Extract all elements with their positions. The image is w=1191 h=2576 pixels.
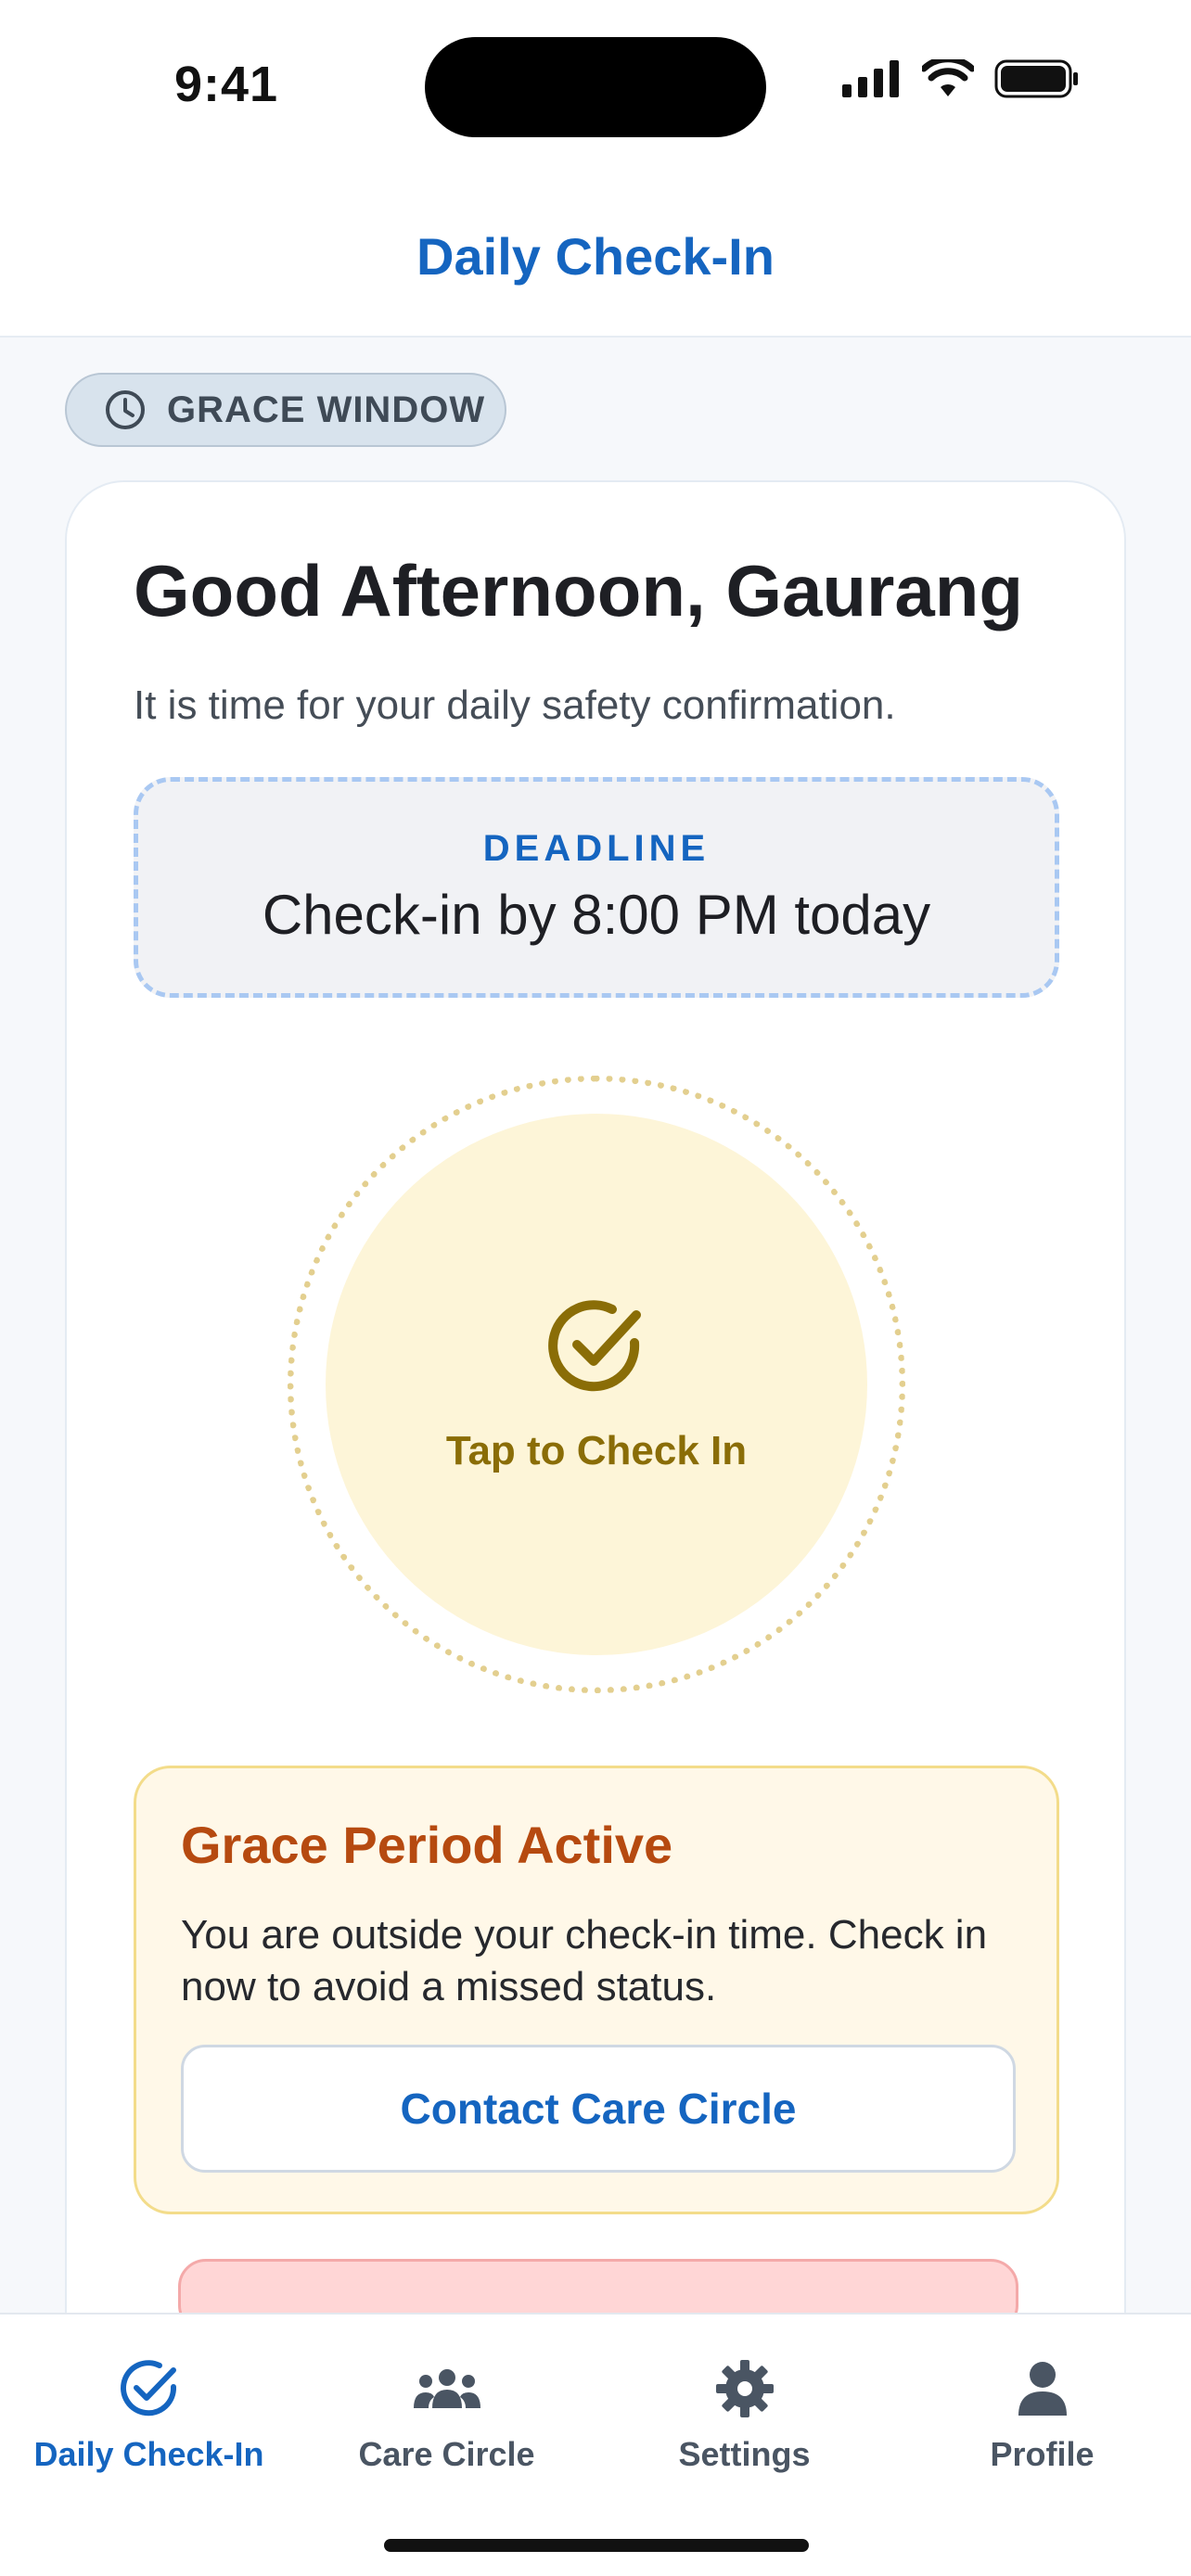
tab-care-circle[interactable]: Care Circle [298, 2355, 596, 2474]
status-icons [842, 59, 1080, 98]
tab-label: Care Circle [358, 2435, 535, 2473]
tab-label: Settings [678, 2435, 811, 2473]
greeting: Good Afternoon, Gaurang [134, 550, 1024, 631]
greeting-subtitle: It is time for your daily safety confirm… [134, 682, 896, 728]
checkin-card: Good Afternoon, Gaurang It is time for y… [65, 480, 1126, 2391]
person-icon [1017, 2355, 1069, 2422]
grace-window-label: GRACE WINDOW [167, 389, 486, 430]
checkin-ring: Tap to Check In [288, 1076, 905, 1693]
deadline-label: DEADLINE [482, 828, 711, 869]
dynamic-island [425, 37, 766, 137]
status-bar: 9:41 [0, 0, 1191, 176]
tab-bar: Daily Check-In Care Circle Settings Prof… [0, 2313, 1191, 2576]
checkin-button[interactable]: Tap to Check In [326, 1114, 867, 1655]
people-icon [412, 2355, 482, 2422]
gear-icon [714, 2355, 775, 2422]
tab-label: Daily Check-In [33, 2435, 264, 2473]
grace-period-message: You are outside your check-in time. Chec… [181, 1912, 988, 2009]
tab-label: Profile [990, 2435, 1095, 2473]
check-circle-icon [118, 2355, 181, 2422]
deadline-text: Check-in by 8:00 PM today [262, 884, 931, 946]
signal-icon [842, 60, 899, 97]
grace-period-title: Grace Period Active [181, 1816, 673, 1874]
tab-profile[interactable]: Profile [893, 2355, 1191, 2474]
tab-daily-checkin[interactable]: Daily Check-In [0, 2355, 298, 2474]
battery-icon [994, 59, 1078, 98]
check-circle-icon [548, 1300, 641, 1392]
clock-icon [106, 390, 145, 429]
status-time: 9:41 [174, 57, 279, 112]
grace-period-notice: Grace Period Active You are outside your… [134, 1766, 1059, 2214]
grace-window-badge: GRACE WINDOW [65, 373, 506, 447]
page-title: Daily Check-In [416, 226, 775, 286]
contact-care-circle-button[interactable]: Contact Care Circle [181, 2045, 1016, 2173]
app-header: Daily Check-In [0, 176, 1191, 338]
home-indicator [384, 2539, 809, 2552]
wifi-icon [922, 59, 974, 96]
deadline-box: DEADLINE Check-in by 8:00 PM today [134, 777, 1059, 998]
tab-settings[interactable]: Settings [596, 2355, 893, 2474]
checkin-button-label: Tap to Check In [445, 1428, 748, 1473]
